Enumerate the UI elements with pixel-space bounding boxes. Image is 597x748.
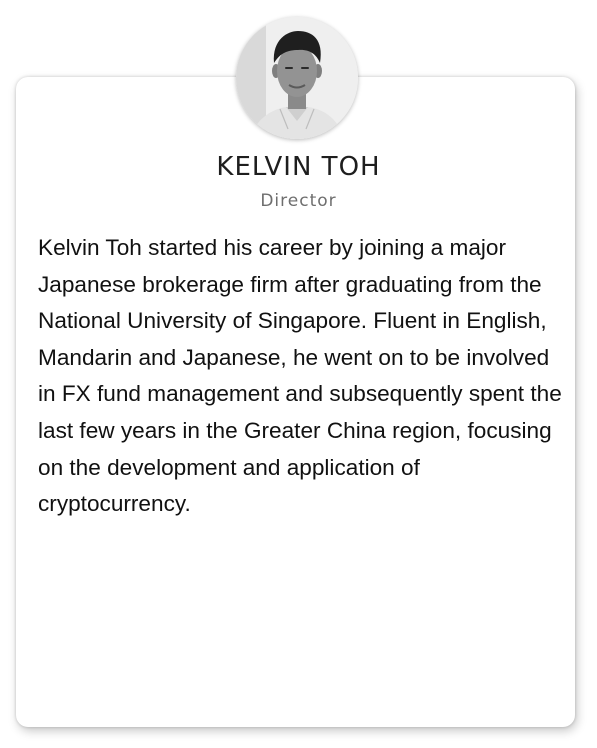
person-name: KELVIN TOH (216, 152, 381, 182)
person-portrait-icon (236, 17, 358, 139)
person-role: Director (260, 191, 337, 211)
profile-photo (236, 17, 358, 139)
person-bio: Kelvin Toh started his career by joining… (38, 235, 562, 517)
